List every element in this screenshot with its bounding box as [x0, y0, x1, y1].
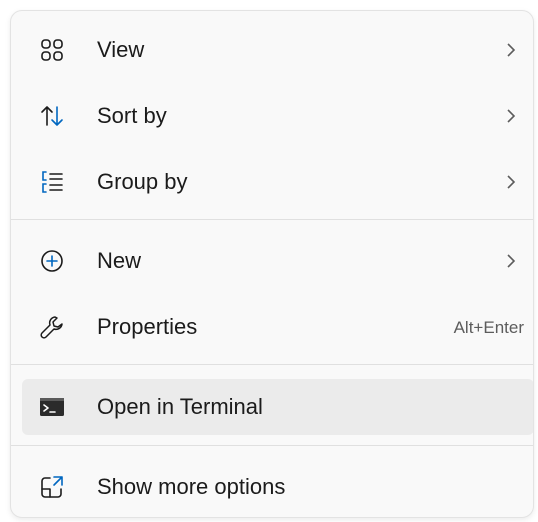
- menu-separator: [11, 445, 533, 446]
- menu-item-label: View: [97, 37, 145, 62]
- menu-item-properties[interactable]: Properties Alt+Enter: [22, 299, 533, 355]
- keyboard-shortcut: Alt+Enter: [453, 318, 524, 337]
- show-more-options-icon: [39, 474, 65, 500]
- menu-item-new[interactable]: New: [22, 233, 533, 289]
- plus-circle-icon: [39, 248, 65, 274]
- menu-item-label: Show more options: [97, 474, 286, 499]
- chevron-right-icon: [504, 106, 518, 126]
- sort-arrows-icon: [39, 103, 65, 129]
- group-list-icon: [39, 169, 65, 195]
- menu-item-label: Sort by: [97, 103, 167, 128]
- terminal-icon: [39, 394, 65, 420]
- menu-item-group-by[interactable]: Group by: [22, 154, 533, 210]
- menu-item-sort-by[interactable]: Sort by: [22, 88, 533, 144]
- chevron-right-icon: [504, 40, 518, 60]
- context-menu: View Sort by Group by New Properties Alt…: [10, 10, 534, 518]
- wrench-icon: [39, 314, 65, 340]
- chevron-right-icon: [504, 172, 518, 192]
- menu-item-label: Properties: [97, 314, 198, 339]
- menu-separator: [11, 364, 533, 365]
- menu-item-view[interactable]: View: [22, 22, 533, 78]
- menu-item-open-in-terminal[interactable]: Open in Terminal: [22, 379, 533, 435]
- menu-item-label: Open in Terminal: [97, 394, 263, 419]
- menu-separator: [11, 219, 533, 220]
- menu-item-label: Group by: [97, 169, 188, 194]
- menu-item-label: New: [97, 248, 142, 273]
- menu-item-show-more-options[interactable]: Show more options: [22, 459, 533, 515]
- chevron-right-icon: [504, 251, 518, 271]
- view-grid-icon: [39, 37, 65, 63]
